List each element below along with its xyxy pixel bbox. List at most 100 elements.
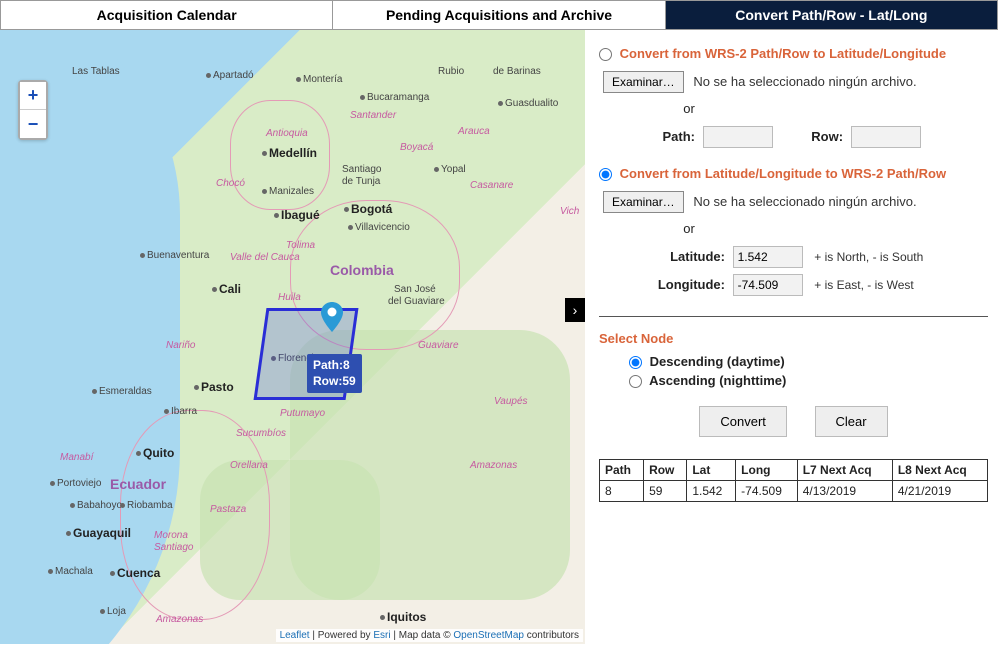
longitude-input[interactable] (733, 274, 803, 296)
map-label: Portoviejo (50, 478, 101, 489)
map-label: Valle del Cauca (230, 252, 300, 263)
map-label: Loja (100, 606, 126, 617)
separator (599, 316, 988, 317)
lon-hint: + is East, - is West (814, 278, 913, 292)
path-input[interactable] (703, 126, 773, 148)
map-label: Guayaquil (66, 526, 131, 540)
map-label: Santander (350, 110, 396, 121)
region-border (120, 410, 270, 620)
browse-file-button-2[interactable]: Examinar… (603, 191, 684, 213)
pathrow-popup: Path:8 Row:59 (307, 354, 362, 393)
descending-label: Descending (daytime) (650, 354, 785, 369)
chevron-right-icon: › (573, 302, 578, 318)
col-l7: L7 Next Acq (797, 460, 892, 481)
map-label: Casanare (470, 180, 513, 191)
cell-l7: 4/13/2019 (797, 481, 892, 502)
convert-form: Convert from WRS-2 Path/Row to Latitude/… (585, 30, 998, 644)
map-label: Tolima (286, 240, 315, 251)
esri-link[interactable]: Esri (373, 630, 390, 641)
map-label: Santiago (154, 542, 193, 553)
map-attribution: Leaflet | Powered by Esri | Map data © O… (276, 629, 583, 642)
clear-button[interactable]: Clear (815, 406, 888, 437)
map-label: Orellana (230, 460, 268, 471)
cell-l8: 4/21/2019 (892, 481, 987, 502)
zoom-control: + − (18, 80, 48, 140)
no-file-label-2: No se ha seleccionado ningún archivo. (693, 194, 916, 209)
map-label: Manabí (60, 452, 93, 463)
map-label: Chocó (216, 178, 245, 189)
map-label: Quito (136, 446, 174, 460)
col-row: Row (644, 460, 687, 481)
map-label: Machala (48, 566, 93, 577)
opt2-title: Convert from Latitude/Longitude to WRS-2… (620, 166, 946, 181)
ascending-label: Ascending (nighttime) (649, 373, 786, 388)
or-label: or (669, 101, 709, 116)
no-file-label-1: No se ha seleccionado ningún archivo. (693, 74, 916, 89)
map-label: Vich (560, 206, 579, 217)
or-label-2: or (669, 221, 709, 236)
map-label: Huila (278, 292, 301, 303)
tab-acquisition-calendar[interactable]: Acquisition Calendar (1, 1, 333, 29)
map-label: Cali (212, 282, 241, 296)
map-label: Guaviare (418, 340, 459, 351)
col-long: Long (736, 460, 798, 481)
map-label: Yopal (434, 164, 466, 175)
map-label: Ibarra (164, 406, 197, 417)
tab-bar: Acquisition Calendar Pending Acquisition… (0, 0, 998, 30)
map-label: Guasdualito (498, 98, 558, 109)
opt1-title: Convert from WRS-2 Path/Row to Latitude/… (620, 46, 946, 61)
map-label: Pasto (194, 380, 234, 394)
map-label: Medellín (262, 146, 317, 160)
radio-descending[interactable] (629, 356, 642, 369)
radio-ascending[interactable] (629, 375, 642, 388)
cell-long: -74.509 (736, 481, 798, 502)
tab-convert-pathrow[interactable]: Convert Path/Row - Lat/Long (666, 1, 997, 29)
map-label: Esmeraldas (92, 386, 152, 397)
col-l8: L8 Next Acq (892, 460, 987, 481)
select-node-title: Select Node (599, 331, 988, 346)
map-label: del Guaviare (388, 296, 445, 307)
map-label: Bogotá (344, 202, 392, 216)
cell-row: 59 (644, 481, 687, 502)
map-label: Bucaramanga (360, 92, 429, 103)
map-label: Sucumbíos (236, 428, 286, 439)
map-label: Ecuador (110, 476, 166, 492)
cell-path: 8 (600, 481, 644, 502)
lat-hint: + is North, - is South (814, 250, 923, 264)
lon-label: Longitude: (639, 277, 725, 292)
convert-button[interactable]: Convert (699, 406, 787, 437)
map-label: de Barinas (493, 66, 541, 77)
latitude-input[interactable] (733, 246, 803, 268)
row-input[interactable] (851, 126, 921, 148)
map-label: San José (394, 284, 436, 295)
map-label: Amazonas (470, 460, 517, 471)
map-label: Iquitos (380, 610, 426, 624)
osm-link[interactable]: OpenStreetMap (453, 630, 524, 641)
map-label: Cuenca (110, 566, 160, 580)
map-label: Antioquia (266, 128, 308, 139)
map-label: Amazonas (156, 614, 203, 625)
map-label: Vaupés (494, 396, 528, 407)
map-label: Rubio (438, 66, 464, 77)
map-label: Colombia (330, 262, 394, 278)
radio-latlong-to-pathrow[interactable] (599, 168, 612, 181)
map-label: Manizales (262, 186, 314, 197)
map-label: Babahoyo (70, 500, 122, 511)
map[interactable]: + − Las Tablas Apartadó Montería Rubio d… (0, 30, 585, 644)
tab-pending-archive[interactable]: Pending Acquisitions and Archive (333, 1, 665, 29)
map-label: Villavicencio (348, 222, 410, 233)
leaflet-link[interactable]: Leaflet (280, 630, 310, 641)
map-label: Montería (296, 74, 342, 85)
collapse-panel-button[interactable]: › (565, 298, 585, 322)
table-row: 8 59 1.542 -74.509 4/13/2019 4/21/2019 (600, 481, 988, 502)
map-label: Boyacá (400, 142, 433, 153)
zoom-out-button[interactable]: − (20, 110, 46, 138)
map-label: Riobamba (120, 500, 173, 511)
map-label: Putumayo (280, 408, 325, 419)
radio-pathrow-to-latlong[interactable] (599, 48, 612, 61)
row-label: Row: (787, 129, 843, 144)
browse-file-button-1[interactable]: Examinar… (603, 71, 684, 93)
zoom-in-button[interactable]: + (20, 82, 46, 110)
map-marker-icon (320, 302, 344, 332)
map-label: de Tunja (342, 176, 380, 187)
